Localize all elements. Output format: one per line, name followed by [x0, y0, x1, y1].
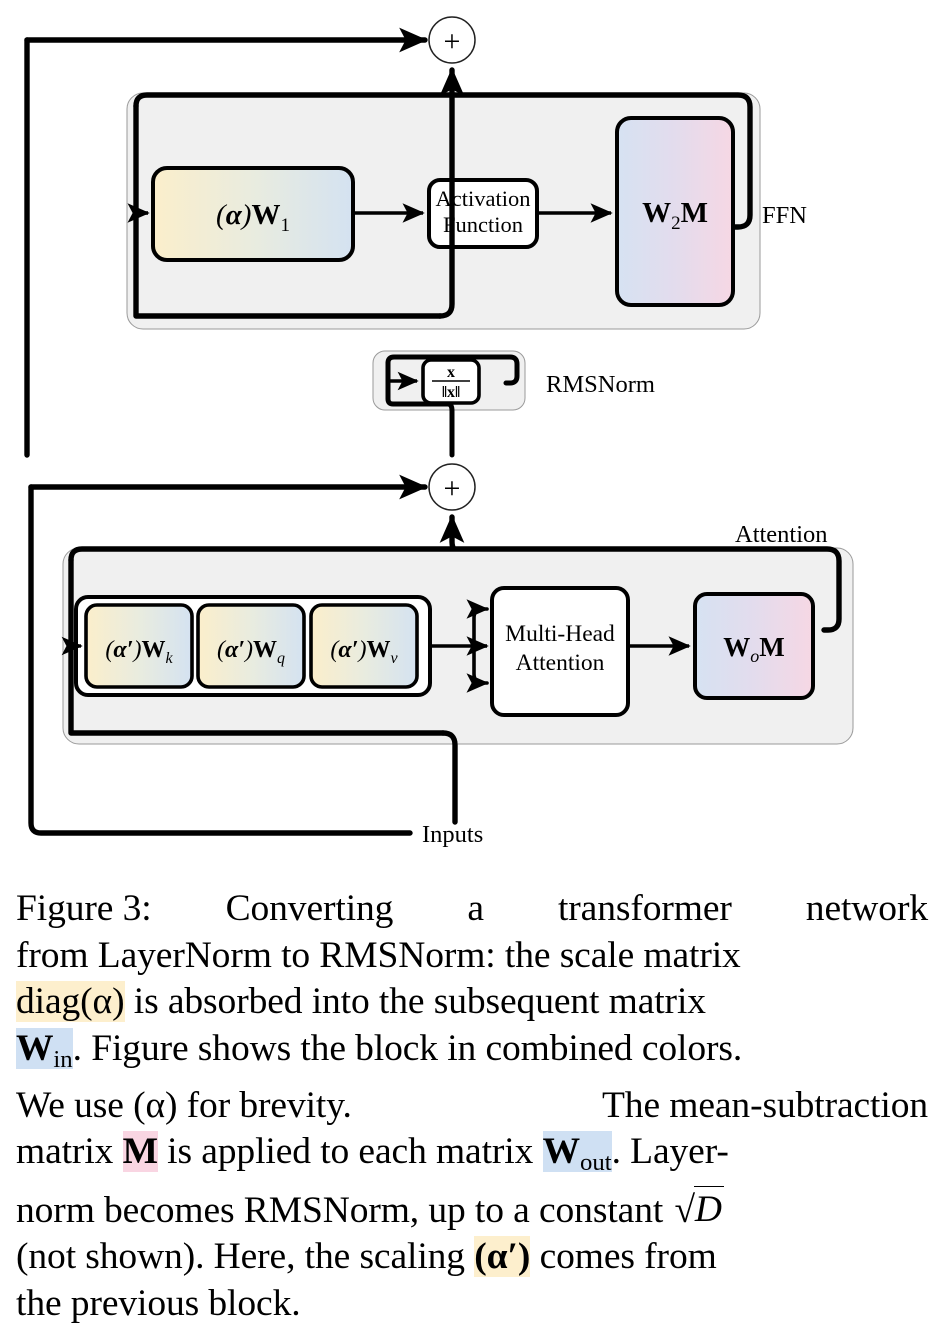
- caption-line-7: norm becomes RMSNorm, up to a constant √…: [16, 1185, 928, 1235]
- rmsnorm-numerator: x: [447, 364, 455, 381]
- ffn-w1-block: (α)W1: [151, 166, 355, 262]
- ffn-w2m-block: W2M: [615, 116, 735, 307]
- caption-w-in-highlight: Win: [16, 1027, 73, 1073]
- residual-add-bottom: +: [428, 463, 476, 511]
- caption-line-2: from LayerNorm to RMSNorm: the scale mat…: [16, 934, 741, 976]
- attention-label: Attention: [735, 521, 828, 548]
- attention-wom-block: WoM: [693, 592, 815, 700]
- attention-wk-block: (α′)Wk: [84, 603, 194, 689]
- ffn-w1-label: (α)W1: [216, 199, 290, 236]
- multi-head-attention-line1: Multi-Head: [505, 621, 615, 647]
- add-top-symbol: +: [444, 25, 461, 58]
- caption-figure-label: Figure 3:: [16, 888, 152, 929]
- activation-function-line2: Function: [443, 212, 523, 237]
- caption-line-5: We use (α) for brevity. The mean-subtract…: [16, 1084, 928, 1126]
- multi-head-attention-block: Multi-Head Attention: [490, 586, 630, 717]
- transformer-architecture-diagram: (α)W1 Activation Function W2M FFN + x ‖x…: [24, 16, 854, 848]
- caption-w-out-highlight: Wout: [542, 1131, 612, 1177]
- rmsnorm-output-down: [445, 401, 455, 458]
- attention-wk-label: (α′)Wk: [105, 637, 173, 667]
- activation-function-block: Activation Function: [427, 178, 539, 249]
- add-bottom-symbol: +: [444, 472, 461, 505]
- attention-wq-label: (α′)Wq: [217, 637, 285, 667]
- attention-wv-label: (α′)Wv: [330, 637, 398, 667]
- rmsnorm-formula-block: x ‖x‖: [421, 358, 481, 405]
- ffn-label: FFN: [762, 202, 807, 229]
- ffn-w2m-box: [615, 116, 735, 307]
- attention-wv-block: (α′)Wv: [309, 603, 419, 689]
- caption-line-8: (not shown). Here, the scaling (α′) come…: [16, 1236, 717, 1278]
- figure-3: (α)W1 Activation Function W2M FFN + x ‖x…: [0, 0, 941, 1324]
- caption-alpha-prime-highlight: (α′): [474, 1236, 531, 1278]
- rmsnorm-label: RMSNorm: [546, 371, 655, 398]
- inputs-label: Inputs: [422, 821, 483, 848]
- caption-line-1: Figure 3: Converting a transformer network: [16, 886, 928, 933]
- caption-line-3: diag(α) is absorbed into the subsequent …: [16, 981, 706, 1022]
- caption-line-4: Win. Figure shows the block in combined …: [16, 1027, 743, 1073]
- inputs-branch-vertical: [440, 730, 458, 825]
- rmsnorm-denominator: ‖x‖: [442, 384, 460, 401]
- caption-line-9: the previous block.: [16, 1282, 301, 1324]
- caption-line-6: matrix M is applied to each matrix Wout.…: [16, 1131, 729, 1177]
- caption-m-highlight: M: [122, 1131, 158, 1173]
- caption-sqrt-d: √D: [672, 1185, 724, 1235]
- attention-wq-block: (α′)Wq: [196, 603, 306, 689]
- caption-diag-alpha-highlight: diag(α): [16, 981, 125, 1022]
- residual-add-top: +: [428, 16, 476, 64]
- figure-caption: Figure 3: Converting a transformer network f…: [16, 886, 928, 1327]
- multi-head-attention-line2: Attention: [516, 650, 605, 676]
